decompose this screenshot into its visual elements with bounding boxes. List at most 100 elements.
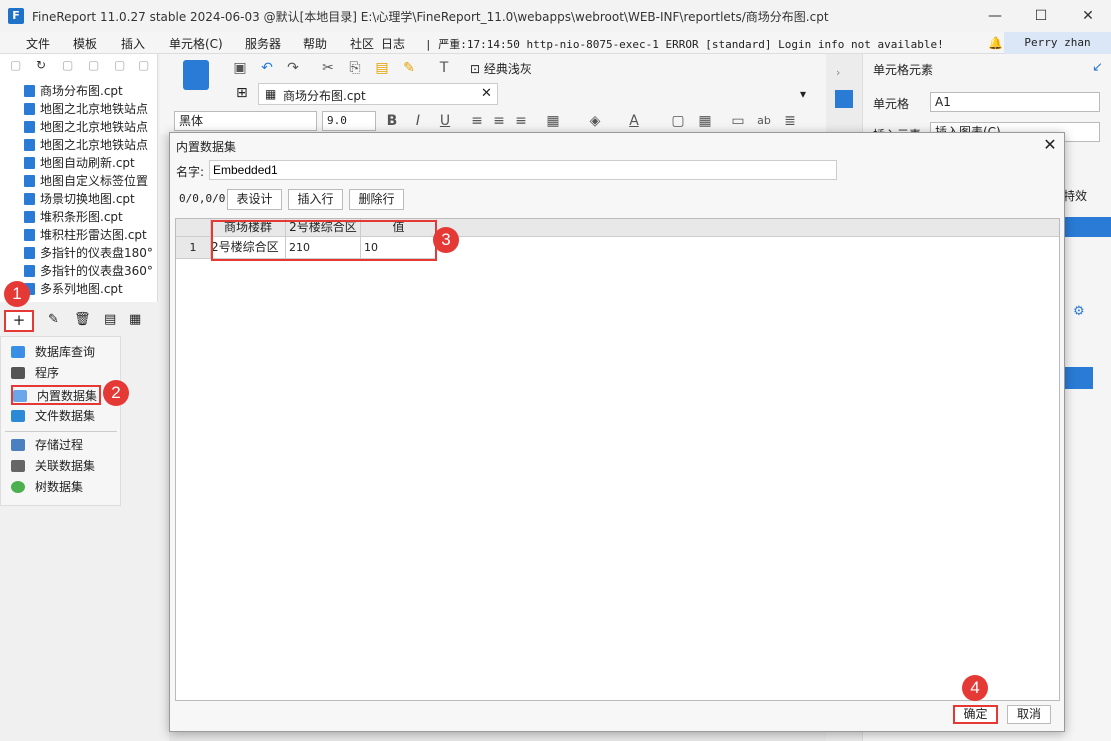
- name-field[interactable]: [209, 160, 837, 180]
- new-folder-icon[interactable]: ▢: [10, 58, 24, 72]
- format-painter-icon[interactable]: ✎: [401, 60, 417, 76]
- window-title: FineReport 11.0.27 stable 2024-06-03 @默认…: [32, 10, 829, 24]
- menu-community[interactable]: 社区: [350, 35, 374, 52]
- template-tree: ▢ ↻ ▢ ▢ ▢ ▢ 商场分布图.cpt 地图之北京地铁站点 地图之北京地铁站…: [0, 54, 158, 302]
- bell-icon[interactable]: 🔔: [988, 36, 1003, 50]
- tree-item[interactable]: 多指针的仪表盘360°: [24, 262, 152, 280]
- edit-icon[interactable]: ✎: [48, 312, 59, 327]
- name-label: 名字:: [176, 165, 205, 179]
- font-family-select[interactable]: 黑体: [174, 111, 317, 131]
- user-name[interactable]: Perry zhan: [1004, 32, 1111, 54]
- file-icon: [24, 121, 35, 133]
- step-badge-1: 1: [4, 281, 30, 307]
- save-icon[interactable]: ▣: [232, 60, 248, 76]
- text-icon[interactable]: T: [436, 60, 452, 76]
- file-icon: ▦: [265, 87, 277, 101]
- menu-tree-dataset[interactable]: 树数据集: [11, 478, 83, 498]
- tree-item[interactable]: 堆积条形图.cpt: [24, 208, 152, 226]
- tree-item[interactable]: 地图之北京地铁站点: [24, 136, 152, 154]
- menu-template[interactable]: 模板: [73, 35, 97, 52]
- delete-row-button[interactable]: 删除行: [349, 189, 404, 210]
- menu-embedded-dataset[interactable]: 内置数据集: [11, 385, 102, 405]
- menu-file[interactable]: 文件: [26, 35, 50, 52]
- refresh-icon[interactable]: ↻: [36, 58, 50, 72]
- bold-icon[interactable]: B: [384, 113, 400, 129]
- menu-bar: 文件 模板 插入 单元格(C) 服务器 帮助 社区 日志 | 严重:17:14:…: [0, 32, 1111, 54]
- text-format-icon[interactable]: ab: [756, 113, 772, 129]
- menu-joined-dataset[interactable]: 关联数据集: [11, 457, 95, 477]
- paragraph-icon[interactable]: ≣: [782, 113, 798, 129]
- highlight-box: [211, 220, 437, 261]
- tree-item[interactable]: 多指针的仪表盘180°: [24, 244, 152, 262]
- border-icon[interactable]: ▦: [545, 113, 561, 129]
- selected-tab-bar: [1059, 217, 1111, 237]
- undo-icon[interactable]: ↶: [259, 60, 275, 76]
- lock-icon[interactable]: ▢: [88, 58, 102, 72]
- copy-icon[interactable]: ⎘: [347, 60, 363, 76]
- font-size-select[interactable]: 9.0: [322, 111, 376, 131]
- menu-divider: [5, 431, 117, 432]
- cancel-button[interactable]: 取消: [1007, 705, 1051, 724]
- menu-insert[interactable]: 插入: [121, 35, 145, 52]
- cell-attr-icon[interactable]: [835, 90, 853, 108]
- close-tab-icon[interactable]: ✕: [481, 86, 492, 101]
- align-right-icon[interactable]: ≡: [513, 113, 529, 129]
- collapse-icon[interactable]: ›: [836, 66, 840, 79]
- delete-icon[interactable]: ▢: [114, 58, 128, 72]
- tree-item[interactable]: 地图自动刷新.cpt: [24, 154, 152, 172]
- insert-row-icon[interactable]: ▭: [730, 113, 746, 129]
- close-window-button[interactable]: ✕: [1078, 6, 1098, 26]
- menu-help[interactable]: 帮助: [303, 35, 327, 52]
- menu-log[interactable]: 日志: [381, 35, 405, 52]
- file-icon: [24, 265, 35, 277]
- cut-icon[interactable]: ✂: [320, 60, 336, 76]
- gear-icon[interactable]: ⚙: [1073, 304, 1085, 319]
- merge-icon[interactable]: ▢: [670, 113, 686, 129]
- tab-menu-icon[interactable]: ▾: [800, 87, 806, 101]
- fill-color-icon[interactable]: ◈: [587, 113, 603, 129]
- table-design-button[interactable]: 表设计: [227, 189, 282, 210]
- menu-program[interactable]: 程序: [11, 364, 59, 384]
- font-color-icon[interactable]: A: [626, 113, 642, 129]
- align-center-icon[interactable]: ≡: [491, 113, 507, 129]
- row-counter: 0/0,0/0: [179, 192, 226, 205]
- grid-view-icon[interactable]: ⊞: [236, 85, 248, 101]
- tree-item[interactable]: 多系列地图.cpt: [24, 280, 152, 298]
- tree-item[interactable]: 地图自定义标签位置: [24, 172, 152, 190]
- align-left-icon[interactable]: ≡: [469, 113, 485, 129]
- redo-icon[interactable]: ↷: [285, 60, 301, 76]
- tree-item[interactable]: 地图之北京地铁站点: [24, 100, 152, 118]
- dialog-close-icon[interactable]: ✕: [1040, 135, 1060, 155]
- ok-button[interactable]: 确定: [953, 705, 998, 724]
- cell-input[interactable]: A1: [930, 92, 1100, 112]
- tree-item[interactable]: 场景切换地图.cpt: [24, 190, 152, 208]
- menu-server[interactable]: 服务器: [245, 35, 281, 52]
- pin-icon[interactable]: ↙: [1092, 60, 1103, 75]
- underline-icon[interactable]: U: [437, 113, 453, 129]
- tree-item[interactable]: 地图之北京地铁站点: [24, 118, 152, 136]
- maximize-button[interactable]: ☐: [1031, 6, 1051, 26]
- open-icon[interactable]: ▢: [62, 58, 76, 72]
- table-icon[interactable]: ▦: [697, 113, 713, 129]
- add-datasource-button[interactable]: +: [4, 310, 34, 332]
- menu-cell[interactable]: 单元格(C): [169, 35, 223, 52]
- minimize-button[interactable]: —: [985, 6, 1005, 26]
- datasource-toolbar: + ✎ 🗑 ▤ ▦: [0, 308, 158, 332]
- menu-stored-procedure[interactable]: 存储过程: [11, 436, 83, 456]
- file-icon: [24, 211, 35, 223]
- params-icon[interactable]: ▦: [129, 312, 141, 327]
- menu-file-dataset[interactable]: 文件数据集: [11, 407, 95, 427]
- template-icon[interactable]: [183, 60, 209, 90]
- trash-icon[interactable]: 🗑: [74, 312, 91, 327]
- tree-item[interactable]: 堆积柱形雷达图.cpt: [24, 226, 152, 244]
- copy-icon[interactable]: ▢: [138, 58, 152, 72]
- tab-template[interactable]: ▦ 商场分布图.cpt ✕: [258, 83, 498, 105]
- preview-icon[interactable]: ▤: [104, 312, 116, 327]
- paste-icon[interactable]: ▤: [374, 60, 390, 76]
- effect-tab[interactable]: 特效: [1063, 187, 1087, 204]
- insert-row-button[interactable]: 插入行: [288, 189, 343, 210]
- italic-icon[interactable]: I: [410, 113, 426, 129]
- menu-db-query[interactable]: 数据库查询: [11, 343, 95, 363]
- tree-item[interactable]: 商场分布图.cpt: [24, 82, 152, 100]
- style-button[interactable]: ⊡ 经典浅灰: [470, 60, 532, 77]
